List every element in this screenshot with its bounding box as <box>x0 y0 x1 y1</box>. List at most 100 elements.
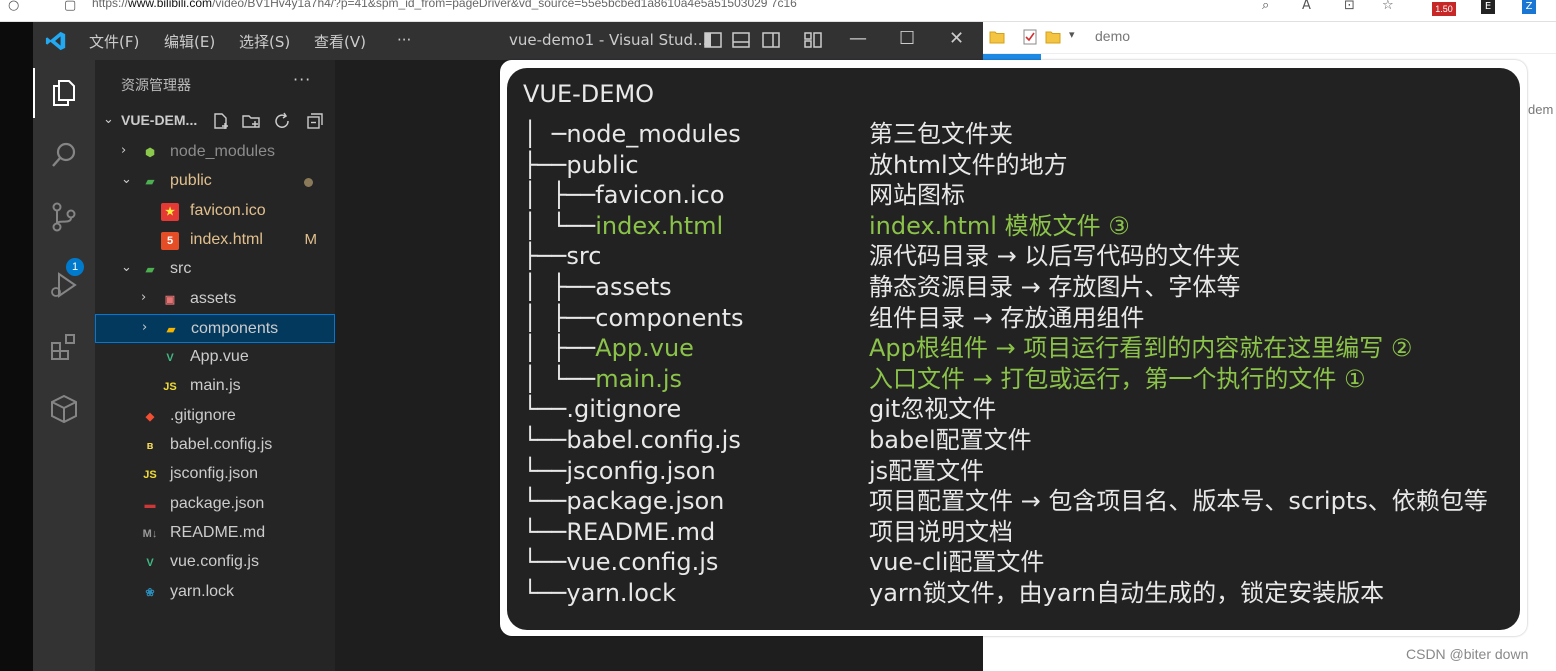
tree-branch: │ └── <box>523 364 596 393</box>
js-icon: JS <box>143 469 157 482</box>
explorer-more-button[interactable]: ··· <box>293 70 311 89</box>
project-structure-overlay: VUE-DEMO │ ─node_modules 第三包文件夹 ├──public… <box>500 60 1527 636</box>
title-bar: 文件(F) 编辑(E) 选择(S) 查看(V) ··· vue-demo1 - … <box>33 22 983 60</box>
menu-selection[interactable]: 选择(S) <box>239 31 290 52</box>
package-box-icon[interactable] <box>47 392 81 426</box>
menu-file[interactable]: 文件(F) <box>89 31 139 52</box>
tree-item-label: components <box>191 319 279 337</box>
structure-desc: 组件目录 → 存放通用组件 <box>869 303 1145 332</box>
tree-branch: └── <box>523 487 567 516</box>
tree-branch: │ ├── <box>523 181 596 210</box>
structure-name: yarn.lock <box>566 579 676 607</box>
page-info-icon[interactable]: ▢ <box>64 0 76 13</box>
run-debug-icon[interactable] <box>47 268 81 302</box>
structure-row: └──package.json 项目配置文件 → 包含项目名、版本号、script… <box>507 486 1520 517</box>
overlay-dark-panel: VUE-DEMO │ ─node_modules 第三包文件夹 ├──public… <box>507 68 1520 630</box>
menu-edit[interactable]: 编辑(E) <box>164 31 215 52</box>
tree-item[interactable]: › ▣ assets <box>95 285 335 314</box>
tree-item[interactable]: ▬ package.json <box>95 490 335 519</box>
tree-item[interactable]: ʙ babel.config.js <box>95 431 335 460</box>
structure-name: node_modules <box>566 120 741 148</box>
extensions-icon[interactable] <box>47 330 81 364</box>
explorer-icon[interactable] <box>47 76 81 110</box>
structure-row: │ ├──assets 静态资源目录 → 存放图片、字体等 <box>507 272 1520 303</box>
maximize-icon[interactable]: ☐ <box>899 28 915 49</box>
folder-icon-2[interactable] <box>1045 30 1061 44</box>
zoom-icon[interactable]: ⌕ <box>1262 0 1269 13</box>
toggle-panel-icon[interactable] <box>731 31 751 49</box>
favorite-star-icon[interactable]: ☆ <box>1382 0 1394 13</box>
tree-branch: ├── <box>523 242 567 271</box>
extension-badge[interactable]: 1.50 <box>1432 2 1456 16</box>
npm-icon: ▬ <box>144 498 156 511</box>
tree-item[interactable]: ◆ .gitignore <box>95 402 335 431</box>
split-screen-icon[interactable]: ⊡ <box>1344 0 1355 13</box>
extension-e-icon[interactable]: E <box>1481 0 1495 14</box>
chevron-down-icon: ⌄ <box>121 260 132 276</box>
tree-item-label: public <box>170 172 212 190</box>
structure-desc: js配置文件 <box>869 456 985 485</box>
toggle-sidebar-icon[interactable] <box>703 31 723 49</box>
tree-item[interactable]: M↓ README.md <box>95 519 335 548</box>
new-file-icon[interactable] <box>211 112 231 130</box>
tree-item[interactable]: › ▰ components <box>95 313 335 343</box>
project-header[interactable]: ⌄ VUE-DEM... <box>95 108 335 134</box>
tree-item[interactable]: › ⬢ node_modules <box>95 138 335 167</box>
modified-dot <box>304 178 313 188</box>
md-icon: M↓ <box>142 527 158 540</box>
menu-view[interactable]: 查看(V) <box>314 31 366 52</box>
folder-icon[interactable] <box>989 30 1005 44</box>
structure-desc: 源代码目录 → 以后写代码的文件夹 <box>869 242 1241 271</box>
structure-row: │ ├──components 组件目录 → 存放通用组件 <box>507 303 1520 334</box>
tree-item[interactable]: Vvue.config.js <box>95 548 335 577</box>
tree-item[interactable]: ⌄ ▰ public <box>95 167 335 196</box>
tree-item[interactable]: JS main.js <box>95 372 335 401</box>
toggle-secondary-sidebar-icon[interactable] <box>761 31 781 49</box>
extension-z-icon[interactable]: Z <box>1522 0 1536 14</box>
refresh-icon[interactable]: ○ <box>8 0 19 13</box>
structure-name: main.js <box>595 364 683 393</box>
tree-branch: └── <box>523 395 567 424</box>
structure-desc: 项目说明文档 <box>869 517 1013 546</box>
structure-name: src <box>566 242 602 271</box>
tree-item-label: jsconfig.json <box>170 465 259 483</box>
tree-branch: └── <box>523 548 567 577</box>
active-indicator <box>33 68 35 118</box>
source-control-icon[interactable] <box>47 200 81 234</box>
browser-address-bar: ○ ▢ https://www.bilibili.com/video/BV1Hv… <box>0 0 1556 22</box>
minimize-icon[interactable]: — <box>849 28 867 49</box>
structure-desc: yarn锁文件，由yarn自动生成的，锁定安装版本 <box>869 579 1385 607</box>
overlay-title: VUE-DEMO <box>523 80 655 108</box>
search-icon[interactable] <box>47 138 81 172</box>
url-text[interactable]: https://www.bilibili.com/video/BV1Hv4y1a… <box>92 0 797 10</box>
customize-layout-icon[interactable] <box>803 31 823 49</box>
tree-item[interactable]: JS jsconfig.json <box>95 460 335 489</box>
tree-branch: │ ├── <box>523 303 596 332</box>
tree-item[interactable]: ❀ yarn.lock <box>95 578 335 607</box>
tree-item[interactable]: ⌄ ▰ src <box>95 255 335 284</box>
tree-item[interactable]: ★ favicon.ico <box>95 197 335 226</box>
read-aloud-icon[interactable]: A <box>1302 0 1311 13</box>
left-taskbar-strip <box>0 22 33 671</box>
collapse-all-icon[interactable] <box>305 112 325 130</box>
close-icon[interactable]: ✕ <box>949 28 964 49</box>
explorer-title: 资源管理器 <box>121 78 191 94</box>
tree-item-label: package.json <box>170 494 265 512</box>
tree-branch: │ ├── <box>523 334 596 363</box>
structure-name: public <box>566 150 639 179</box>
tree-item[interactable]: V App.vue <box>95 343 335 372</box>
menu-more[interactable]: ··· <box>397 31 411 49</box>
structure-path: ├──src <box>523 241 601 272</box>
structure-row: └──vue.config.js vue-cli配置文件 <box>507 547 1520 578</box>
structure-name: App.vue <box>595 334 694 363</box>
dropdown-arrow-icon[interactable]: ▾ <box>1069 28 1075 41</box>
checklist-icon[interactable] <box>1023 29 1037 45</box>
tree-item-label: babel.config.js <box>170 436 273 453</box>
structure-desc: index.html 模板文件 ③ <box>869 211 1130 240</box>
structure-desc: 放html文件的地方 <box>869 150 1068 179</box>
new-folder-icon[interactable] <box>241 112 261 130</box>
refresh-explorer-icon[interactable] <box>273 112 293 130</box>
structure-path: │ └──index.html <box>523 211 723 242</box>
tree-item[interactable]: 5 index.html M <box>95 226 335 255</box>
structure-path: │ ├──favicon.ico <box>523 180 725 211</box>
